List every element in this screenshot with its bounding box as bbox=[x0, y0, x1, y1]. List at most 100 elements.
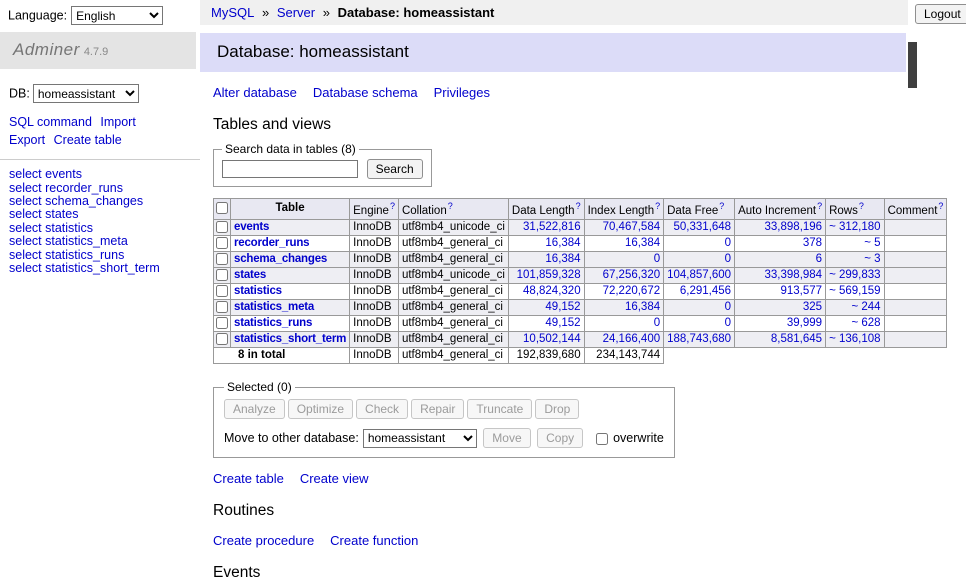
select-all-checkbox[interactable] bbox=[216, 202, 228, 214]
sidebar-item-select-statistics-runs[interactable]: select statistics_runs bbox=[9, 248, 124, 262]
db-link-privileges[interactable]: Privileges bbox=[434, 85, 490, 100]
row-checkbox[interactable] bbox=[216, 333, 228, 345]
analyze-button[interactable]: Analyze bbox=[224, 399, 285, 419]
help-icon[interactable]: ? bbox=[817, 201, 822, 211]
table-link-schema-changes[interactable]: schema_changes bbox=[234, 253, 327, 265]
move-db-select[interactable]: homeassistant bbox=[363, 429, 477, 448]
scrollbar-thumb[interactable] bbox=[908, 42, 917, 88]
index-length-value[interactable]: 70,467,584 bbox=[603, 221, 661, 233]
sidebar-item-select-events[interactable]: select events bbox=[9, 167, 82, 181]
sidebar-item-select-statistics-short-term[interactable]: select statistics_short_term bbox=[9, 261, 160, 275]
link-create-table[interactable]: Create table bbox=[213, 471, 284, 486]
auto-increment-value[interactable]: 39,999 bbox=[787, 317, 822, 329]
help-icon[interactable]: ? bbox=[448, 201, 453, 211]
db-select[interactable]: homeassistant bbox=[33, 84, 139, 103]
help-icon[interactable]: ? bbox=[859, 201, 864, 211]
link-create-procedure[interactable]: Create procedure bbox=[213, 533, 314, 548]
sidebar-item-select-statistics[interactable]: select statistics bbox=[9, 221, 93, 235]
data-free-value[interactable]: 0 bbox=[725, 237, 731, 249]
data-length-value[interactable]: 49,152 bbox=[545, 317, 580, 329]
sidebar-item-select-states[interactable]: select states bbox=[9, 207, 78, 221]
data-length-value[interactable]: 31,522,816 bbox=[523, 221, 581, 233]
sidebar-action-import[interactable]: Import bbox=[100, 115, 135, 129]
optimize-button[interactable]: Optimize bbox=[288, 399, 353, 419]
data-free-value[interactable]: 50,331,648 bbox=[674, 221, 732, 233]
row-checkbox[interactable] bbox=[216, 269, 228, 281]
row-checkbox[interactable] bbox=[216, 317, 228, 329]
sidebar-item-select-statistics-meta[interactable]: select statistics_meta bbox=[9, 234, 128, 248]
data-length-value[interactable]: 10,502,144 bbox=[523, 333, 581, 345]
truncate-button[interactable]: Truncate bbox=[467, 399, 532, 419]
move-button[interactable]: Move bbox=[483, 428, 530, 448]
link-create-function[interactable]: Create function bbox=[330, 533, 418, 548]
copy-button[interactable]: Copy bbox=[537, 428, 583, 448]
data-length-value[interactable]: 48,824,320 bbox=[523, 285, 581, 297]
auto-increment-value[interactable]: 913,577 bbox=[781, 285, 823, 297]
data-length-value[interactable]: 101,859,328 bbox=[517, 269, 581, 281]
row-checkbox[interactable] bbox=[216, 253, 228, 265]
index-length-value[interactable]: 24,166,400 bbox=[603, 333, 661, 345]
auto-increment-value[interactable]: 33,398,984 bbox=[765, 269, 823, 281]
overwrite-checkbox[interactable] bbox=[596, 433, 608, 445]
data-free-value[interactable]: 0 bbox=[725, 301, 731, 313]
index-length-value[interactable]: 0 bbox=[654, 253, 660, 265]
db-link-database-schema[interactable]: Database schema bbox=[313, 85, 418, 100]
data-length-value[interactable]: 16,384 bbox=[545, 237, 580, 249]
help-icon[interactable]: ? bbox=[938, 201, 943, 211]
auto-increment-value[interactable]: 325 bbox=[803, 301, 822, 313]
breadcrumb-link-mysql[interactable]: MySQL bbox=[211, 5, 254, 20]
repair-button[interactable]: Repair bbox=[411, 399, 464, 419]
rows-value[interactable]: ~ 628 bbox=[851, 317, 880, 329]
sidebar-item-select-schema-changes[interactable]: select schema_changes bbox=[9, 194, 143, 208]
db-link-alter-database[interactable]: Alter database bbox=[213, 85, 297, 100]
table-link-statistics-meta[interactable]: statistics_meta bbox=[234, 301, 314, 313]
sidebar-action-create-table[interactable]: Create table bbox=[54, 133, 122, 147]
help-icon[interactable]: ? bbox=[390, 201, 395, 211]
index-length-value[interactable]: 16,384 bbox=[625, 237, 660, 249]
sidebar-item-select-recorder-runs[interactable]: select recorder_runs bbox=[9, 181, 123, 195]
rows-value[interactable]: ~ 569,159 bbox=[829, 285, 880, 297]
row-checkbox[interactable] bbox=[216, 221, 228, 233]
index-length-value[interactable]: 16,384 bbox=[625, 301, 660, 313]
search-button[interactable]: Search bbox=[367, 159, 423, 179]
rows-value[interactable]: ~ 244 bbox=[851, 301, 880, 313]
index-length-value[interactable]: 72,220,672 bbox=[603, 285, 661, 297]
table-link-events[interactable]: events bbox=[234, 221, 269, 233]
help-icon[interactable]: ? bbox=[655, 201, 660, 211]
rows-value[interactable]: ~ 5 bbox=[864, 237, 880, 249]
language-select[interactable]: English bbox=[71, 6, 163, 25]
index-length-value[interactable]: 67,256,320 bbox=[603, 269, 661, 281]
row-checkbox[interactable] bbox=[216, 237, 228, 249]
rows-value[interactable]: ~ 312,180 bbox=[829, 221, 880, 233]
data-free-value[interactable]: 0 bbox=[725, 317, 731, 329]
index-length-value[interactable]: 0 bbox=[654, 317, 660, 329]
drop-button[interactable]: Drop bbox=[535, 399, 579, 419]
row-checkbox[interactable] bbox=[216, 285, 228, 297]
auto-increment-value[interactable]: 6 bbox=[816, 253, 822, 265]
auto-increment-value[interactable]: 33,898,196 bbox=[765, 221, 823, 233]
data-length-value[interactable]: 16,384 bbox=[545, 253, 580, 265]
rows-value[interactable]: ~ 3 bbox=[864, 253, 880, 265]
table-link-statistics[interactable]: statistics bbox=[234, 285, 282, 297]
auto-increment-value[interactable]: 378 bbox=[803, 237, 822, 249]
search-input[interactable] bbox=[222, 160, 358, 178]
data-free-value[interactable]: 6,291,456 bbox=[680, 285, 731, 297]
data-free-value[interactable]: 104,857,600 bbox=[667, 269, 731, 281]
breadcrumb-link-server[interactable]: Server bbox=[277, 5, 315, 20]
check-button[interactable]: Check bbox=[356, 399, 408, 419]
sidebar-action-export[interactable]: Export bbox=[9, 133, 45, 147]
table-link-statistics-short-term[interactable]: statistics_short_term bbox=[234, 333, 346, 345]
app-name[interactable]: Adminer bbox=[13, 40, 80, 59]
rows-value[interactable]: ~ 299,833 bbox=[829, 269, 880, 281]
data-free-value[interactable]: 0 bbox=[725, 253, 731, 265]
data-free-value[interactable]: 188,743,680 bbox=[667, 333, 731, 345]
rows-value[interactable]: ~ 136,108 bbox=[829, 333, 880, 345]
table-link-recorder-runs[interactable]: recorder_runs bbox=[234, 237, 309, 249]
link-create-view[interactable]: Create view bbox=[300, 471, 369, 486]
help-icon[interactable]: ? bbox=[719, 201, 724, 211]
sidebar-action-sql-command[interactable]: SQL command bbox=[9, 115, 92, 129]
help-icon[interactable]: ? bbox=[576, 201, 581, 211]
data-length-value[interactable]: 49,152 bbox=[545, 301, 580, 313]
row-checkbox[interactable] bbox=[216, 301, 228, 313]
logout-button[interactable]: Logout bbox=[915, 4, 966, 24]
